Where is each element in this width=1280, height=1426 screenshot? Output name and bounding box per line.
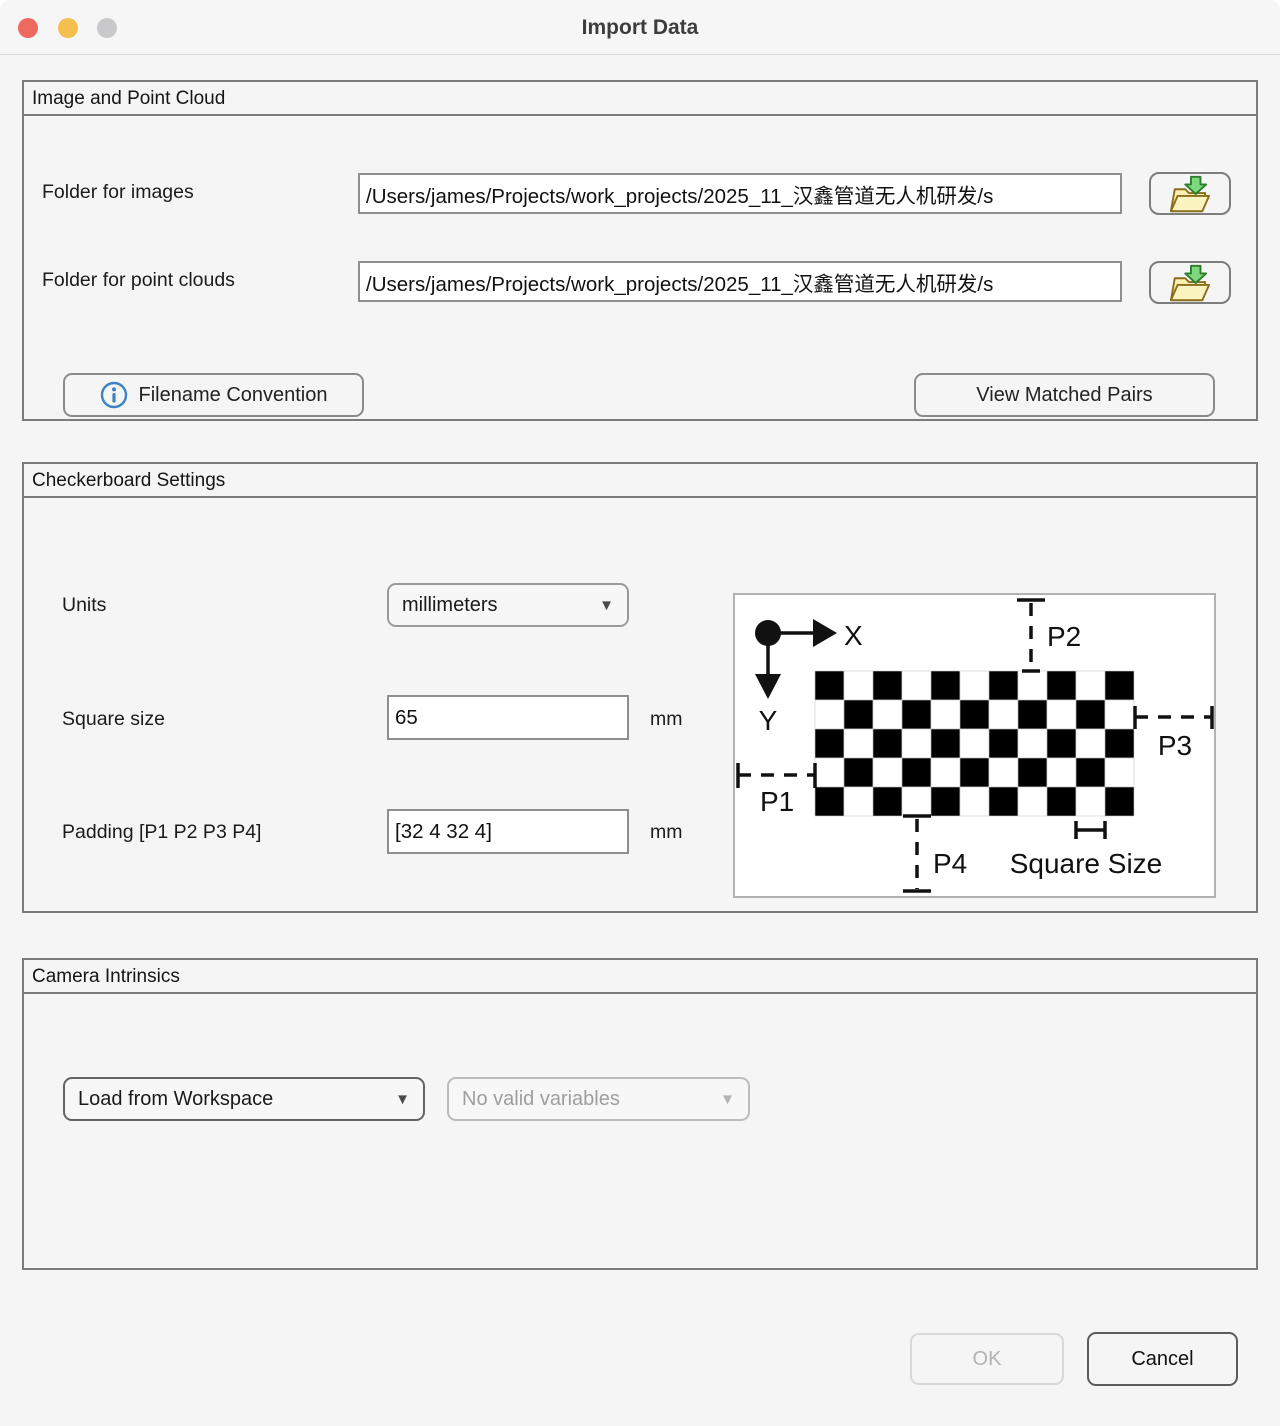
chevron-down-icon: ▼ xyxy=(395,1091,410,1108)
browse-images-button[interactable] xyxy=(1149,172,1231,215)
padding-input[interactable] xyxy=(387,809,629,854)
p3-label: P3 xyxy=(1158,730,1192,761)
folder-images-label: Folder for images xyxy=(42,181,194,204)
image-point-cloud-panel: Image and Point Cloud Folder for images … xyxy=(22,80,1258,421)
title-bar: Import Data xyxy=(0,0,1280,55)
chevron-down-icon: ▼ xyxy=(599,597,614,614)
square-size-measure-label: Square Size xyxy=(1010,848,1163,879)
padding-unit: mm xyxy=(650,821,683,844)
checkerboard-pattern xyxy=(815,671,1134,816)
camera-intrinsics-header: Camera Intrinsics xyxy=(24,960,1256,994)
folder-import-icon xyxy=(1167,263,1213,303)
folder-import-icon xyxy=(1167,174,1213,214)
browse-pointclouds-button[interactable] xyxy=(1149,261,1231,304)
view-matched-pairs-label: View Matched Pairs xyxy=(976,384,1152,407)
ok-button: OK xyxy=(910,1333,1064,1385)
cancel-label: Cancel xyxy=(1131,1348,1193,1371)
folder-pointclouds-label: Folder for point clouds xyxy=(42,269,235,292)
square-size-label: Square size xyxy=(62,708,165,731)
chevron-down-icon: ▼ xyxy=(720,1091,735,1108)
checkerboard-settings-panel: Checkerboard Settings Units millimeters … xyxy=(22,462,1258,913)
x-axis-label: X xyxy=(844,620,863,651)
camera-intrinsics-panel: Camera Intrinsics Load from Workspace ▼ … xyxy=(22,958,1258,1270)
square-size-unit: mm xyxy=(650,708,683,731)
folder-images-input[interactable] xyxy=(358,173,1122,214)
intrinsics-variables-dropdown: No valid variables ▼ xyxy=(447,1077,750,1121)
window-title: Import Data xyxy=(0,0,1280,55)
y-axis-label: Y xyxy=(759,705,778,736)
cancel-button[interactable]: Cancel xyxy=(1087,1332,1238,1386)
y-axis-arrow xyxy=(755,674,781,699)
p4-label: P4 xyxy=(933,848,967,879)
checkerboard-diagram-svg: X Y P2 P3 xyxy=(735,595,1214,896)
checkerboard-settings-header: Checkerboard Settings xyxy=(24,464,1256,498)
p1-label: P1 xyxy=(760,786,794,817)
intrinsics-variables-value: No valid variables xyxy=(462,1088,620,1111)
units-value: millimeters xyxy=(402,594,498,617)
ok-label: OK xyxy=(973,1348,1002,1371)
square-size-input[interactable] xyxy=(387,695,629,740)
padding-label: Padding [P1 P2 P3 P4] xyxy=(62,821,261,844)
folder-pointclouds-input[interactable] xyxy=(358,261,1122,302)
image-point-cloud-header: Image and Point Cloud xyxy=(24,82,1256,116)
x-axis-arrow xyxy=(813,619,837,647)
filename-convention-label: Filename Convention xyxy=(139,384,328,407)
units-dropdown[interactable]: millimeters ▼ xyxy=(387,583,629,627)
checkerboard-diagram: X Y P2 P3 xyxy=(733,593,1216,898)
view-matched-pairs-button[interactable]: View Matched Pairs xyxy=(914,373,1215,417)
intrinsics-source-dropdown[interactable]: Load from Workspace ▼ xyxy=(63,1077,425,1121)
import-data-dialog: Import Data Image and Point Cloud Folder… xyxy=(0,0,1280,1426)
filename-convention-button[interactable]: Filename Convention xyxy=(63,373,364,417)
units-label: Units xyxy=(62,594,106,617)
intrinsics-source-value: Load from Workspace xyxy=(78,1088,273,1111)
p2-label: P2 xyxy=(1047,621,1081,652)
info-icon xyxy=(100,381,128,409)
